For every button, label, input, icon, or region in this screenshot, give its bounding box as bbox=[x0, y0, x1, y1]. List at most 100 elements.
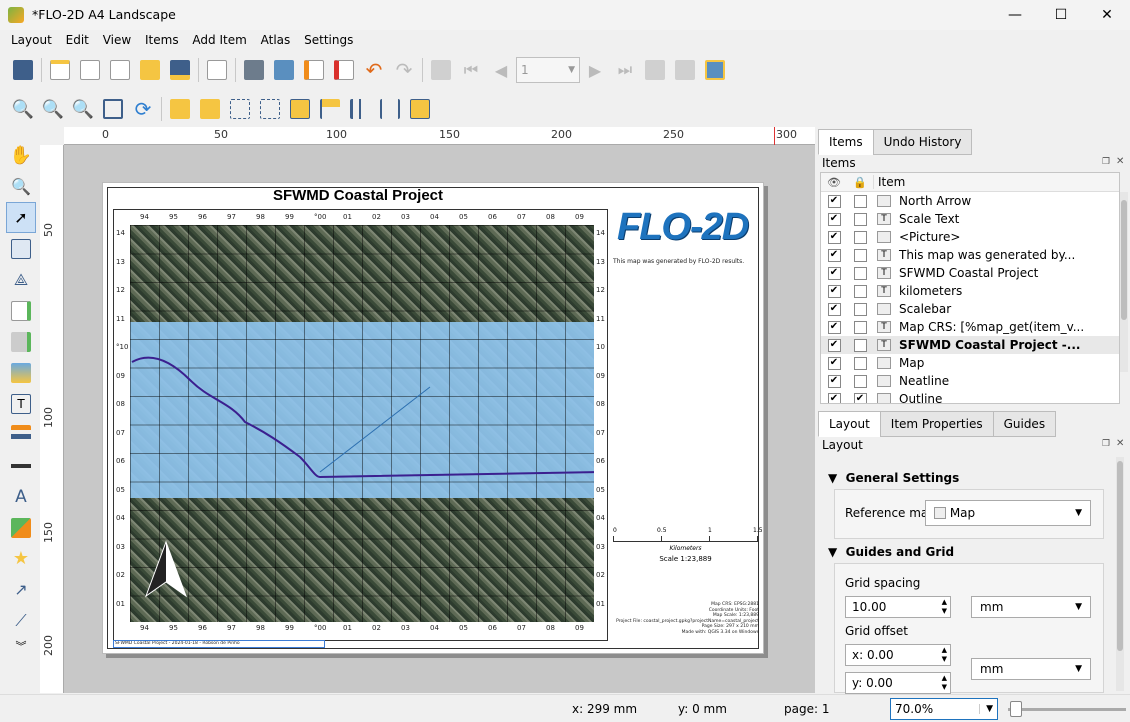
lock-checkbox[interactable] bbox=[853, 248, 867, 262]
visibility-checkbox[interactable]: ✔ bbox=[827, 356, 841, 370]
add-shape-tool[interactable] bbox=[6, 512, 36, 543]
export-atlas-button[interactable] bbox=[670, 55, 700, 85]
scalebar[interactable]: 0 0.5 1 1.5 bbox=[613, 527, 763, 543]
menu-edit[interactable]: Edit bbox=[61, 31, 94, 49]
map-frame[interactable]: 94 95 96 97 98 99 °00 01 02 03 04 05 06 07 08 09 94 95 96… bbox=[113, 209, 608, 641]
add-label-tool[interactable]: T bbox=[6, 388, 36, 419]
raise-button[interactable] bbox=[285, 94, 315, 124]
order-button[interactable] bbox=[405, 94, 435, 124]
distribute-button[interactable] bbox=[345, 94, 375, 124]
zoom-full-button[interactable] bbox=[98, 94, 128, 124]
tab-item-properties[interactable]: Item Properties bbox=[879, 411, 994, 437]
zoom-combo[interactable]: 70.0% ▼ bbox=[890, 698, 998, 720]
add-arrow-tool[interactable]: ↗ bbox=[6, 574, 36, 605]
footer-label-selected[interactable]: SFWMD Coastal Project - 2024-01-18 - Rob… bbox=[113, 640, 325, 648]
spin-arrows-icon[interactable]: ▲ ▼ bbox=[942, 598, 947, 616]
zoom-actual-button[interactable]: 🔍 bbox=[68, 94, 98, 124]
move-content-tool[interactable] bbox=[6, 233, 36, 264]
add-scalebar-tool[interactable] bbox=[6, 450, 36, 481]
lock-checkbox[interactable] bbox=[853, 230, 867, 244]
previous-feature-button[interactable]: ◀ bbox=[486, 55, 516, 85]
visibility-checkbox[interactable]: ✔ bbox=[827, 320, 841, 334]
item-row[interactable]: ✔ Neatline bbox=[821, 372, 1119, 390]
menu-layout[interactable]: Layout bbox=[6, 31, 57, 49]
lock-checkbox[interactable] bbox=[853, 356, 867, 370]
refresh-button[interactable]: ⟳ bbox=[128, 94, 158, 124]
item-row[interactable]: ✔ Tkilometers bbox=[821, 282, 1119, 300]
page-properties-button[interactable] bbox=[202, 55, 232, 85]
zoom-slider[interactable] bbox=[1008, 708, 1126, 711]
layout-manager-button[interactable] bbox=[105, 55, 135, 85]
unlock-items-button[interactable] bbox=[195, 94, 225, 124]
add-page-tool[interactable] bbox=[6, 295, 36, 326]
align-button[interactable] bbox=[315, 94, 345, 124]
menu-items[interactable]: Items bbox=[140, 31, 184, 49]
item-row[interactable]: ✔ Map bbox=[821, 354, 1119, 372]
first-feature-button[interactable]: ⏮ bbox=[456, 55, 486, 85]
item-row[interactable]: ✔ T SFWMD Coastal Project bbox=[821, 264, 1119, 282]
grid-spacing-unit-combo[interactable]: mm ▼ bbox=[971, 596, 1091, 618]
menu-add-item[interactable]: Add Item bbox=[187, 31, 251, 49]
lock-checkbox[interactable] bbox=[853, 302, 867, 316]
save-button[interactable] bbox=[8, 55, 38, 85]
tab-items[interactable]: Items bbox=[818, 129, 874, 155]
new-layout-button[interactable] bbox=[45, 55, 75, 85]
lock-checkbox[interactable] bbox=[853, 212, 867, 226]
north-arrow[interactable] bbox=[142, 540, 190, 600]
ungroup-button[interactable] bbox=[255, 94, 285, 124]
lock-checkbox[interactable] bbox=[853, 374, 867, 388]
lock-checkbox[interactable]: ✔ bbox=[853, 392, 867, 403]
visibility-checkbox[interactable]: ✔ bbox=[827, 230, 841, 244]
next-feature-button[interactable]: ▶ bbox=[580, 55, 610, 85]
item-row[interactable]: ✔ T SFWMD Coastal Project -... bbox=[821, 336, 1119, 354]
redo-button[interactable]: ↷ bbox=[389, 55, 419, 85]
open-template-button[interactable] bbox=[135, 55, 165, 85]
zoom-in-button[interactable]: 🔍 bbox=[8, 94, 38, 124]
grid-offset-unit-combo[interactable]: mm ▼ bbox=[971, 658, 1091, 680]
item-row[interactable]: ✔ ✔ Outline bbox=[821, 390, 1119, 403]
item-row[interactable]: ✔ <Picture> bbox=[821, 228, 1119, 246]
grid-spacing-input[interactable]: 10.00 ▲ ▼ bbox=[845, 596, 951, 618]
visibility-checkbox[interactable]: ✔ bbox=[827, 284, 841, 298]
tab-layout[interactable]: Layout bbox=[818, 411, 881, 437]
add-node-item-tool[interactable]: ⟋ bbox=[6, 605, 36, 636]
visibility-checkbox[interactable]: ✔ bbox=[827, 338, 841, 352]
pan-tool[interactable]: ✋ bbox=[6, 140, 36, 171]
items-tree[interactable]: 👁 🔒 Item ✔ North Arrow ✔ T Scale Text ✔ <Pictu… bbox=[820, 172, 1120, 404]
lock-checkbox[interactable] bbox=[853, 320, 867, 334]
tab-undo-history[interactable]: Undo History bbox=[872, 129, 973, 155]
close-icon[interactable]: ✕ bbox=[1116, 156, 1124, 167]
lock-checkbox[interactable] bbox=[853, 338, 867, 352]
add-3d-map-tool[interactable] bbox=[6, 326, 36, 357]
close-button[interactable]: ✕ bbox=[1084, 0, 1130, 30]
guides-grid-header[interactable]: ▼ Guides and Grid bbox=[828, 545, 954, 559]
general-settings-header[interactable]: ▼ General Settings bbox=[828, 471, 959, 485]
visibility-checkbox[interactable]: ✔ bbox=[827, 266, 841, 280]
scalebar-unit[interactable]: Kilometers bbox=[613, 545, 758, 552]
scale-text[interactable]: Scale 1:23,889 bbox=[613, 555, 758, 563]
edit-nodes-tool[interactable]: ⟁ bbox=[6, 264, 36, 295]
menu-settings[interactable]: Settings bbox=[299, 31, 358, 49]
zoom-out-button[interactable]: 🔍 bbox=[38, 94, 68, 124]
item-row[interactable]: ✔ T Map CRS: [%map_get(item_v... bbox=[821, 318, 1119, 336]
visibility-checkbox[interactable]: ✔ bbox=[827, 374, 841, 388]
tab-guides[interactable]: Guides bbox=[992, 411, 1057, 437]
item-row[interactable]: ✔ North Arrow bbox=[821, 192, 1119, 210]
atlas-settings-button[interactable] bbox=[700, 55, 730, 85]
item-row[interactable]: ✔ Scalebar bbox=[821, 300, 1119, 318]
grid-offset-y-input[interactable]: y: 0.00 ▲ ▼ bbox=[845, 672, 951, 694]
spin-arrows-icon[interactable]: ▲ ▼ bbox=[942, 674, 947, 692]
visibility-checkbox[interactable]: ✔ bbox=[827, 248, 841, 262]
undo-button[interactable]: ↶ bbox=[359, 55, 389, 85]
add-marker-tool[interactable]: ★ bbox=[6, 543, 36, 574]
grid-offset-x-input[interactable]: x: 0.00 ▲ ▼ bbox=[845, 644, 951, 666]
export-svg-button[interactable] bbox=[299, 55, 329, 85]
atlas-page-combo[interactable]: 1 ▼ bbox=[516, 57, 580, 83]
flo2d-logo[interactable]: FLO-2D bbox=[617, 205, 757, 249]
add-picture-tool[interactable] bbox=[6, 357, 36, 388]
print-button[interactable] bbox=[239, 55, 269, 85]
export-image-button[interactable] bbox=[269, 55, 299, 85]
minimize-button[interactable]: — bbox=[992, 0, 1038, 30]
lock-checkbox[interactable] bbox=[853, 194, 867, 208]
layout-page[interactable]: SFWMD Coastal Project 94 95 96 97 98 99 °00 01 0… bbox=[102, 182, 764, 654]
